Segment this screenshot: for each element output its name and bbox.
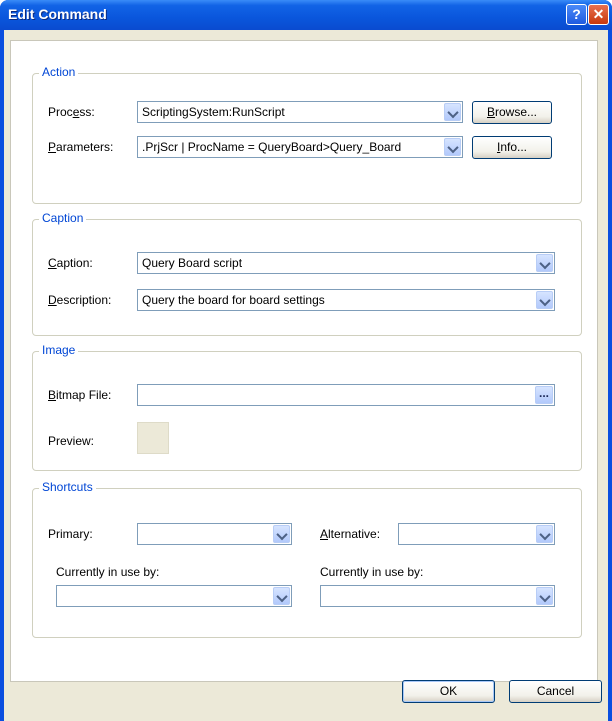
browse-ellipsis-button[interactable]: ... <box>535 386 553 404</box>
caption-group: Caption Caption: Query Board script Desc… <box>32 211 582 336</box>
in-use-left-combobox[interactable] <box>56 585 292 607</box>
parameters-label: Parameters: <box>48 140 114 154</box>
caption-legend: Caption <box>39 211 87 225</box>
description-label: Description: <box>48 293 112 307</box>
chevron-down-icon[interactable] <box>444 103 461 121</box>
browse-button[interactable]: Browse... <box>472 101 552 124</box>
action-group: Action Process: ScriptingSystem:RunScrip… <box>32 65 582 204</box>
alternative-label: Alternative: <box>320 527 381 541</box>
description-value: Query the board for board settings <box>142 293 325 307</box>
cancel-button[interactable]: Cancel <box>509 680 602 703</box>
bitmap-file-label: Bitmap File: <box>48 388 112 402</box>
image-group: Image Bitmap File: ... Preview: <box>32 343 582 471</box>
action-legend: Action <box>39 65 79 79</box>
in-use-right-label: Currently in use by: <box>320 565 424 579</box>
chevron-down-icon[interactable] <box>444 138 461 156</box>
alternative-shortcut-combobox[interactable] <box>398 523 555 545</box>
parameters-combobox[interactable]: .PrjScr | ProcName = QueryBoard>Query_Bo… <box>137 136 463 158</box>
dialog-body: Action Process: ScriptingSystem:RunScrip… <box>4 30 608 721</box>
help-icon: ? <box>572 6 581 22</box>
shortcuts-legend: Shortcuts <box>39 480 96 494</box>
process-label: Process: <box>48 105 95 119</box>
chevron-down-icon[interactable] <box>536 587 553 605</box>
process-value: ScriptingSystem:RunScript <box>142 105 285 119</box>
preview-label: Preview: <box>48 434 95 448</box>
chevron-down-icon[interactable] <box>536 525 553 543</box>
process-combobox[interactable]: ScriptingSystem:RunScript <box>137 101 463 123</box>
image-preview <box>137 422 169 454</box>
caption-value: Query Board script <box>142 256 243 270</box>
primary-label: Primary: <box>48 527 93 541</box>
command-panel: Action Process: ScriptingSystem:RunScrip… <box>10 40 598 682</box>
info-button[interactable]: Info... <box>472 136 552 159</box>
close-icon: ✕ <box>592 6 605 22</box>
shortcuts-group: Shortcuts Primary: Alternative: Currentl… <box>32 480 582 638</box>
chevron-down-icon[interactable] <box>273 587 290 605</box>
close-button[interactable]: ✕ <box>588 4 609 25</box>
dialog-title: Edit Command <box>8 6 107 22</box>
in-use-right-combobox[interactable] <box>320 585 555 607</box>
ok-button[interactable]: OK <box>402 680 495 703</box>
chevron-down-icon[interactable] <box>536 254 553 272</box>
description-combobox[interactable]: Query the board for board settings <box>137 289 555 311</box>
bitmap-file-input[interactable]: ... <box>137 384 555 406</box>
parameters-value: .PrjScr | ProcName = QueryBoard>Query_Bo… <box>142 140 402 154</box>
primary-shortcut-combobox[interactable] <box>137 523 292 545</box>
image-legend: Image <box>39 343 79 357</box>
caption-combobox[interactable]: Query Board script <box>137 252 555 274</box>
caption-label: Caption: <box>48 256 93 270</box>
title-bar[interactable]: Edit Command ? ✕ <box>0 0 612 30</box>
in-use-left-label: Currently in use by: <box>56 565 160 579</box>
chevron-down-icon[interactable] <box>273 525 290 543</box>
chevron-down-icon[interactable] <box>536 291 553 309</box>
edit-command-dialog: Edit Command ? ✕ Action Process: Scripti… <box>0 0 612 721</box>
help-button[interactable]: ? <box>566 4 587 25</box>
